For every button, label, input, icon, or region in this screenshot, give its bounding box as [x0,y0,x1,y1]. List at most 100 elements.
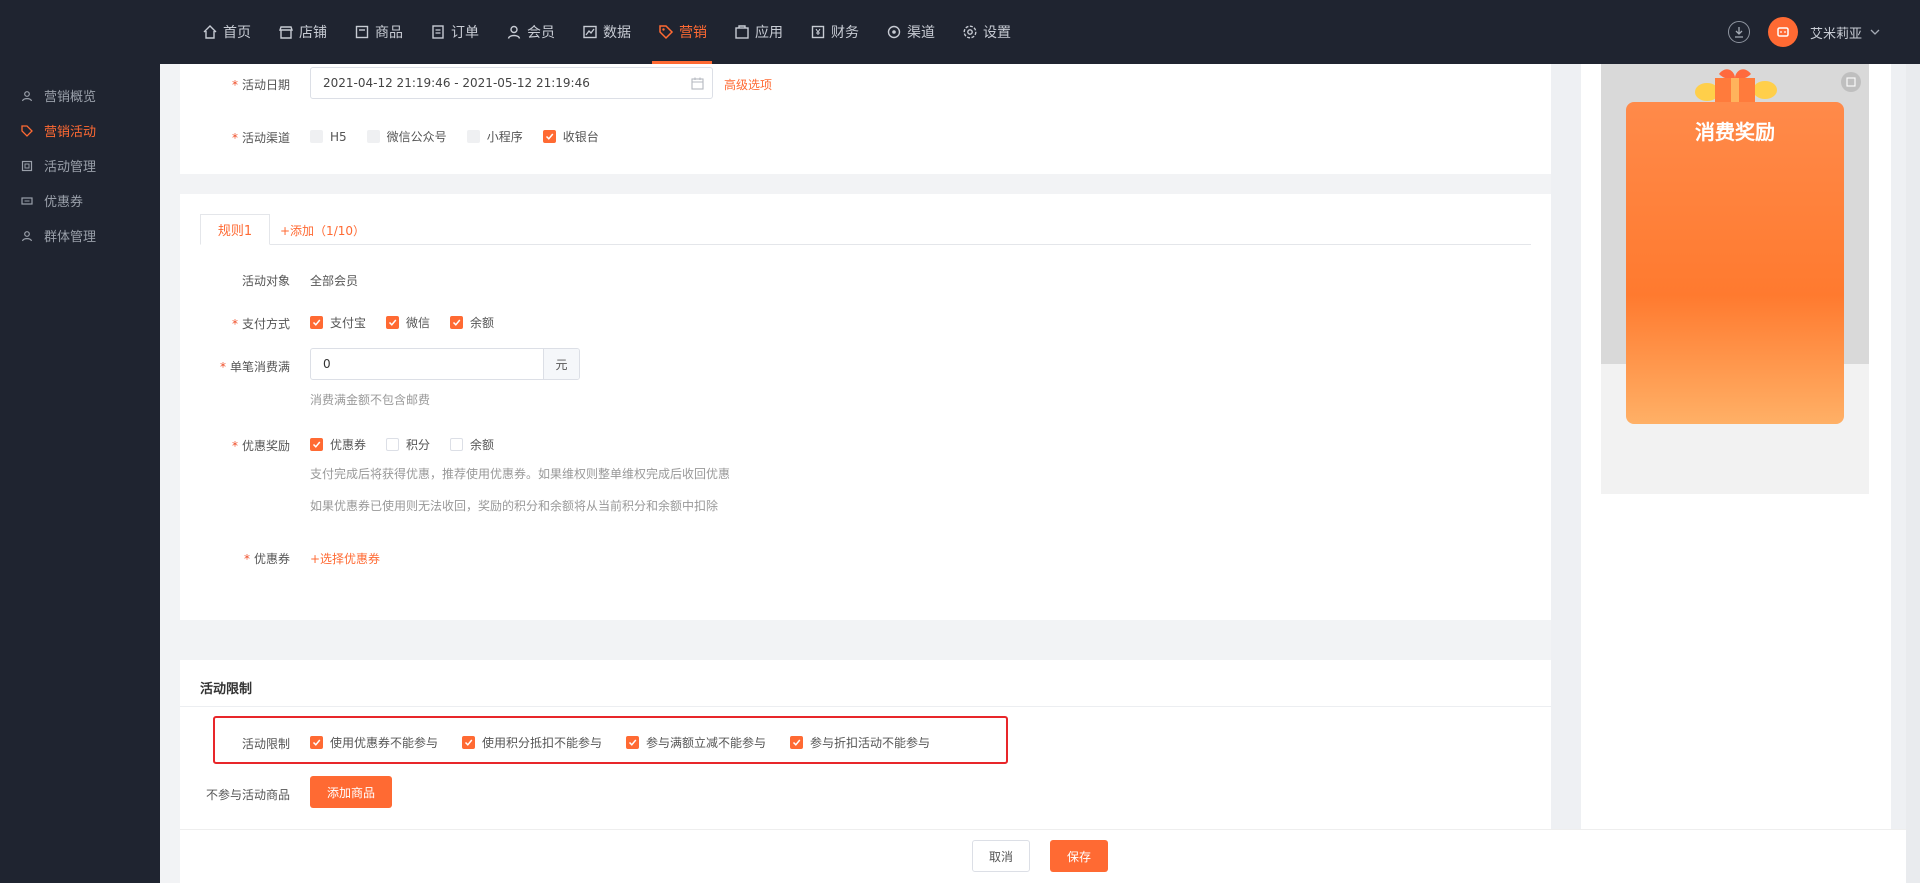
checkbox-box [790,736,804,749]
checkbox-box [386,316,400,329]
payment-label: * 支付方式 [180,315,290,332]
tag-icon [20,124,34,138]
channel-h5-checkbox[interactable]: H5 [310,130,347,144]
checkbox-label: H5 [330,129,347,144]
target-value: 全部会员 [310,274,359,288]
order-icon [429,24,446,41]
group-icon [20,229,34,243]
checkbox-label: 小程序 [486,130,523,144]
payment-alipay-checkbox[interactable]: 支付宝 [310,314,366,331]
page-scrollbar[interactable] [1906,64,1920,883]
nav-label: 商品 [375,25,403,41]
checkbox-box [542,130,556,143]
nav-label: 店铺 [299,25,327,41]
nav-label: 应用 [755,25,783,41]
exclude-goods-label: 不参与活动商品 [180,786,290,803]
date-label-text: 活动日期 [241,78,290,92]
channel-cashier-checkbox[interactable]: 收银台 [542,128,599,145]
nav-finance[interactable]: 财务 [796,0,872,64]
home-icon [201,24,218,41]
download-icon[interactable] [1727,21,1750,43]
rule-tab[interactable]: 规则1 [200,214,270,245]
date-range-input[interactable]: 2021-04-12 21:19:46 - 2021-05-12 21:19:4… [310,67,713,99]
checkbox-box [462,736,476,749]
user-name[interactable]: 艾米莉亚 [1810,23,1862,42]
target-label: 活动对象 [180,272,290,289]
product-icon [353,24,370,41]
sidebar-item-group[interactable]: 群体管理 [0,218,160,253]
sidebar-item-overview[interactable]: 营销概览 [0,78,160,113]
nav-label: 会员 [527,25,555,41]
reward-balance-checkbox[interactable]: 余额 [450,436,494,453]
limit-coupon-checkbox[interactable]: 使用优惠券不能参与 [310,734,438,751]
sidebar-item-activity-manage[interactable]: 活动管理 [0,148,160,183]
footer-bar: 取消 保存 [180,829,1920,883]
chart-icon [581,24,598,41]
nav-marketing[interactable]: 营销 [644,0,720,64]
exclude-goods-label-text: 不参与活动商品 [205,788,290,802]
checkbox-box [310,438,323,451]
save-button[interactable]: 保存 [1050,840,1108,872]
chevron-down-icon[interactable] [1870,25,1880,40]
avatar[interactable] [1767,17,1798,47]
payment-balance-checkbox[interactable]: 余额 [450,314,494,331]
ticket-icon [20,194,34,208]
nav-data[interactable]: 数据 [568,0,644,64]
checkbox-box [466,130,480,143]
nav-settings[interactable]: 设置 [948,0,1024,64]
required-star: * [231,78,238,92]
advanced-options-link[interactable]: 高级选项 [724,76,772,93]
nav-member[interactable]: 会员 [492,0,568,64]
limit-points-checkbox[interactable]: 使用积分抵扣不能参与 [462,734,602,751]
edit-icon[interactable] [1841,72,1861,92]
main-content: * 活动日期 2021-04-12 21:19:46 - 2021-05-12 2… [160,64,1551,883]
nav-channel[interactable]: 渠道 [872,0,948,64]
tab-divider [200,244,1531,245]
checkbox-label: 支付宝 [330,316,367,330]
required-star: * [219,360,226,374]
nav-app[interactable]: 应用 [720,0,796,64]
limit-label: 活动限制 [180,735,290,752]
date-label: * 活动日期 [180,76,290,93]
add-rule-link[interactable]: +添加（1/10） [280,222,365,239]
limit-fullreduce-checkbox[interactable]: 参与满额立减不能参与 [626,734,766,751]
checkbox-label: 微信 [406,316,431,330]
channel-label: * 活动渠道 [180,129,290,146]
payment-wechat-checkbox[interactable]: 微信 [386,314,430,331]
checkbox-label: 参与折扣活动不能参与 [810,736,931,750]
sidebar-item-label: 优惠券 [44,195,84,210]
limit-label-text: 活动限制 [241,737,290,751]
checkbox-box [310,130,323,143]
select-coupon-link[interactable]: +选择优惠券 [310,550,380,567]
reward-coupon-checkbox[interactable]: 优惠券 [310,436,366,453]
min-spend-input[interactable]: 0 元 [310,348,580,380]
reward-hint-2: 如果优惠券已使用则无法收回，奖励的积分和余额将从当前积分和余额中扣除 [310,499,719,513]
nav-label: 营销 [679,25,707,41]
nav-order[interactable]: 订单 [416,0,492,64]
channel-wechat-checkbox[interactable]: 微信公众号 [366,128,447,145]
channel-miniprogram-checkbox[interactable]: 小程序 [466,128,523,145]
cancel-button[interactable]: 取消 [972,840,1030,872]
min-spend-hint: 消费满金额不包含邮费 [310,393,431,407]
checkbox-label: 参与满额立减不能参与 [646,736,767,750]
checkbox-box [450,438,464,451]
checkbox-label: 余额 [470,316,495,330]
add-goods-button[interactable]: 添加商品 [310,776,392,808]
checkbox-box [450,316,464,329]
calendar-icon[interactable] [691,77,704,93]
checkbox-label: 收银台 [562,130,599,144]
nav-store[interactable]: 店铺 [264,0,340,64]
checkbox-box [310,736,323,749]
limits-section-title: 活动限制 [200,682,253,697]
store-icon [277,24,294,41]
checkbox-box [310,316,323,329]
sidebar-item-marketing-activity[interactable]: 营销活动 [0,113,160,148]
limit-discount-checkbox[interactable]: 参与折扣活动不能参与 [790,734,930,751]
cancel-label: 取消 [988,849,1013,864]
nav-label: 财务 [831,25,859,41]
sidebar-item-coupon[interactable]: 优惠券 [0,183,160,218]
gear-icon [961,24,978,41]
reward-points-checkbox[interactable]: 积分 [386,436,430,453]
nav-home[interactable]: 首页 [188,0,264,64]
nav-product[interactable]: 商品 [340,0,416,64]
